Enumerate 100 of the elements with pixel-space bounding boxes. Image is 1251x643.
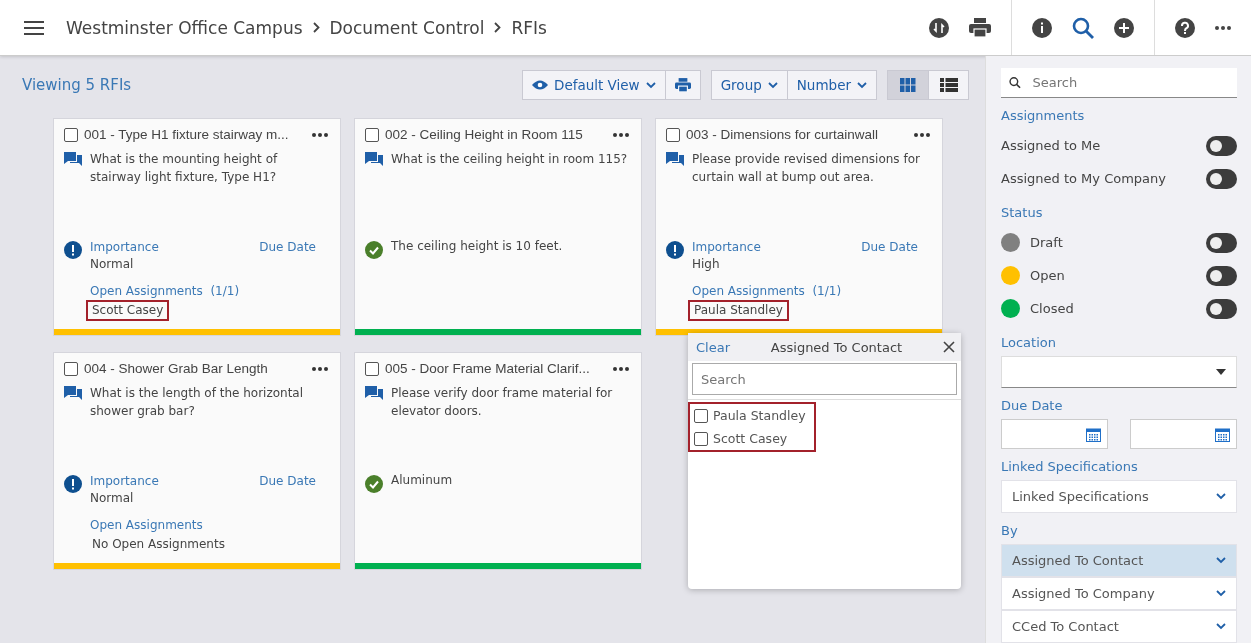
checkbox[interactable] [694,408,708,423]
toggle-switch[interactable] [1206,265,1237,286]
add-icon[interactable] [1114,17,1134,38]
breadcrumb-link[interactable]: Westminster Office Campus [66,17,303,38]
section-label: Linked Specifications [1001,459,1139,474]
checkbox[interactable] [365,127,379,142]
date-field[interactable] [1130,419,1237,449]
importance-value: Normal [90,490,135,507]
exclamation-icon [64,241,82,259]
checkbox[interactable] [666,127,680,142]
due-date-label: Due Date [861,239,918,256]
menu-icon[interactable] [24,19,44,36]
due-date-label: Due Date [259,473,316,490]
importance-value: Normal [90,256,135,273]
more-icon[interactable] [914,132,930,137]
date-field[interactable] [1001,419,1108,449]
filter-dropdown[interactable]: CCed To Contact [1001,610,1237,643]
checkbox[interactable] [64,361,78,376]
toggle-label: Open [1030,268,1066,283]
sync-icon[interactable] [929,17,949,38]
close-icon[interactable] [943,341,955,353]
importance-label: Importance [90,239,160,256]
rfi-card[interactable]: 003 - Dimensions for curtainwall Please provide revised dimensions for curtain wall at bump out area. Importance Due Date High Open Assignments (1/1) Paula Standley [655,118,943,336]
more-icon[interactable] [613,366,629,371]
layout-toggle[interactable] [888,71,928,99]
card-title: 003 - Dimensions for curtainwall [686,127,880,142]
more-icon[interactable] [312,132,328,137]
search-field[interactable]: Search [1030,74,1229,91]
filter-dropdown[interactable]: Assigned To Contact [1001,544,1237,577]
section-label: By [1001,523,1019,538]
toggle-label: Closed [1030,301,1075,316]
toggle-label: Assigned to Me [1001,138,1102,153]
importance-value: High [692,256,721,273]
checkbox[interactable] [694,431,708,446]
more-icon[interactable] [613,132,629,137]
chevron-down-icon [1216,557,1226,564]
search-icon [1009,76,1021,89]
option-label[interactable]: Paula Standley [713,408,806,423]
importance-label: Importance [692,239,762,256]
section-label: Location [1001,335,1057,350]
assignee-name: Paula Standley [688,300,789,321]
rfi-card[interactable]: 001 - Type H1 fixture stairway m... What is the mounting height of stairway light fixture, Type H1? Importance Due Date Normal Open Assignments (1/1) Scott Casey [53,118,341,336]
assignments-label: Open Assignments [692,284,805,298]
location-dropdown[interactable] [1001,356,1237,388]
question-text: What is the length of the horizontal shower grab bar? [90,385,305,420]
caret-icon [1216,369,1226,375]
question-text: What is the mounting height of stairway light fixture, Type H1? [90,151,279,186]
chevron-right-icon [312,22,320,33]
search-icon[interactable] [1072,16,1094,39]
rfi-card[interactable]: 002 - Ceiling Height in Room 115 What is the ceiling height in room 115? The ceiling height is 10 feet. [354,118,642,336]
toggle-switch[interactable] [1206,135,1237,156]
assignments-count: (1/1) [811,284,842,298]
print-icon[interactable] [969,18,991,37]
option-label[interactable]: Scott Casey [713,431,788,446]
info-icon[interactable] [1032,17,1052,38]
checkbox[interactable] [64,127,78,142]
breadcrumb-link[interactable]: RFIs [511,17,547,38]
popup-title: Assigned To Contact [769,339,904,355]
question-text: Please verify door frame material for elevator doors. [391,385,614,420]
search-field[interactable]: Search [1001,68,1237,98]
check-circle-icon [365,241,383,259]
help-icon[interactable] [1175,17,1195,38]
breadcrumb-link[interactable]: Document Control [329,17,485,38]
list-icon [939,78,958,92]
toggle-switch[interactable] [1206,168,1237,189]
assignments-label: Open Assignments [90,518,203,532]
exclamation-icon [64,475,82,493]
chevron-down-icon [1216,623,1226,630]
chevron-down-icon [857,81,867,89]
rfi-card[interactable]: 004 - Shower Grab Bar Length What is the length of the horizontal shower grab bar? Importance Due Date Normal Open Assignments No Open Assignments [53,352,341,570]
assignee-name: No Open Assignments [91,536,226,553]
more-icon[interactable] [312,366,328,371]
assignee-name: Scott Casey [86,300,170,321]
answer-text: The ceiling height is 10 feet. [391,239,563,253]
calendar-icon[interactable] [1086,426,1101,442]
checkbox[interactable] [365,361,379,376]
question-text: What is the ceiling height in room 115? [391,151,628,168]
chevron-down-icon [1216,493,1226,500]
rfi-card[interactable]: 005 - Door Frame Material Clarif... Please verify door frame material for elevator doors. Aluminum [354,352,642,570]
more-icon[interactable] [1215,25,1231,30]
section-label: Status [1001,205,1044,220]
specifications-dropdown[interactable]: Linked Specifications [1001,480,1237,513]
answer-text: Aluminum [391,473,453,487]
toggle-label: Draft [1030,235,1064,250]
toggle-switch[interactable] [1206,298,1237,319]
card-title: 005 - Door Frame Material Clarif... [385,361,591,376]
check-circle-icon [365,475,383,493]
eye-icon [532,80,548,90]
calendar-icon[interactable] [1215,426,1230,442]
section-label: Assignments [1001,108,1086,123]
card-title: 002 - Ceiling Height in Room 115 [385,127,584,142]
assignments-label: Open Assignments [90,284,203,298]
toggle-switch[interactable] [1206,232,1237,253]
search-field[interactable]: Search [692,363,957,395]
results-count: Viewing 5 RFIs [22,76,133,94]
chevron-right-icon [494,22,502,33]
exclamation-icon [666,241,684,259]
clear-link[interactable]: Clear [696,339,730,355]
chevron-down-icon [767,81,778,89]
filter-dropdown[interactable]: Assigned To Company [1001,577,1237,610]
